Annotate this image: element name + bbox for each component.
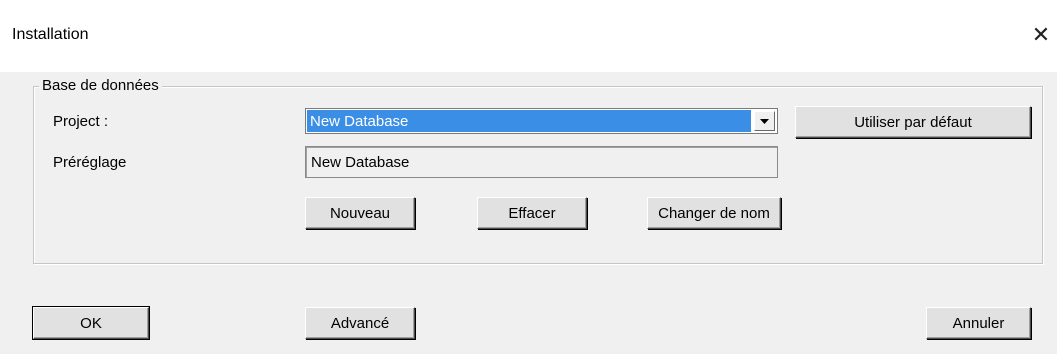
chevron-down-icon — [760, 118, 769, 124]
delete-button[interactable]: Effacer — [477, 197, 587, 229]
new-button[interactable]: Nouveau — [305, 197, 415, 229]
rename-button[interactable]: Changer de nom — [647, 197, 781, 229]
close-button[interactable]: ✕ — [1026, 20, 1056, 50]
title-bar: Installation ✕ — [0, 0, 1057, 72]
window-title: Installation — [12, 26, 89, 43]
ok-button[interactable]: OK — [32, 306, 150, 340]
use-default-button[interactable]: Utiliser par défaut — [795, 106, 1031, 138]
project-selected-value: New Database — [307, 110, 751, 132]
advanced-button[interactable]: Advancé — [305, 307, 415, 339]
project-combobox[interactable]: New Database — [305, 108, 778, 134]
preset-label: Préréglage — [53, 154, 127, 171]
dropdown-button[interactable] — [754, 111, 775, 131]
groupbox-legend: Base de données — [39, 77, 162, 94]
preset-field: New Database — [305, 146, 778, 178]
cancel-button[interactable]: Annuler — [926, 307, 1031, 339]
project-label: Project : — [53, 113, 109, 130]
close-icon: ✕ — [1031, 22, 1051, 47]
